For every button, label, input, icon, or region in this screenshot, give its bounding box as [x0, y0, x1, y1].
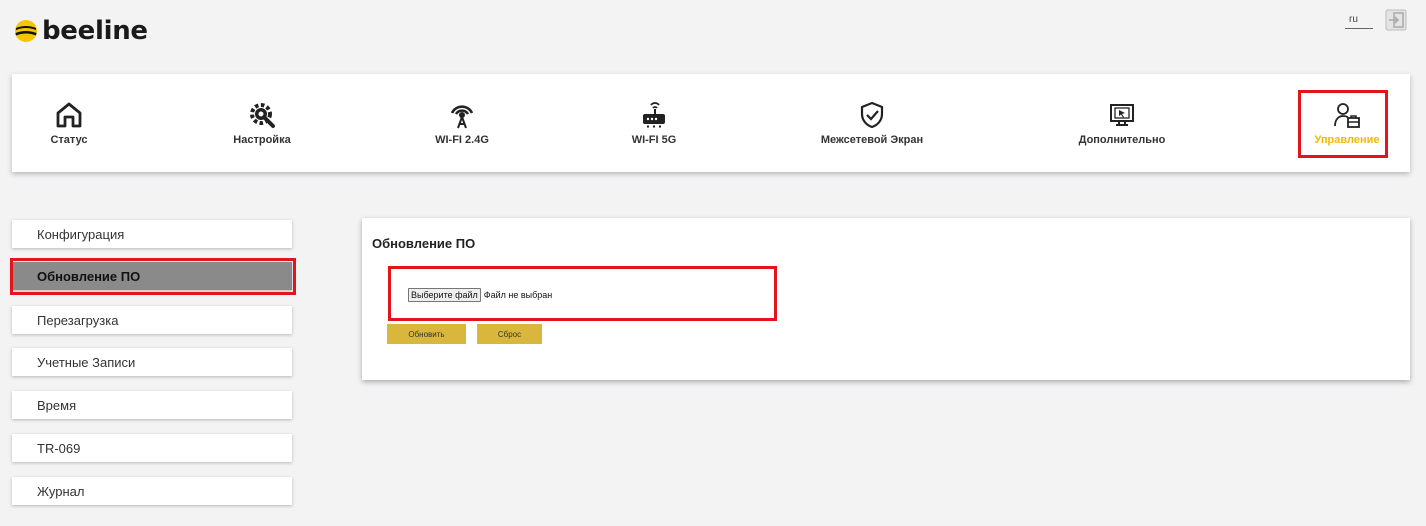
- nav-item-management[interactable]: Управление: [1302, 74, 1392, 172]
- page-title: Обновление ПО: [372, 236, 476, 251]
- sidebar-item-accounts[interactable]: Учетные Записи: [12, 348, 292, 376]
- nav-item-wifi-5g[interactable]: WI-FI 5G: [609, 74, 699, 172]
- sidebar-item-configuration[interactable]: Конфигурация: [12, 220, 292, 248]
- choose-file-button[interactable]: Выберите файл: [408, 288, 481, 302]
- nav-item-advanced[interactable]: Дополнительно: [1057, 74, 1187, 172]
- user-admin-icon: [1334, 103, 1360, 128]
- nav-label: Настройка: [233, 134, 291, 146]
- beeline-logo-icon: [15, 20, 37, 42]
- update-button[interactable]: Обновить: [387, 324, 466, 344]
- wifi-antenna-icon: [450, 105, 474, 129]
- gear-wrench-icon: [250, 103, 275, 128]
- monitor-cursor-icon: [1110, 104, 1134, 126]
- nav-label: Управление: [1314, 134, 1380, 146]
- language-select[interactable]: ru: [1345, 14, 1373, 29]
- nav-label: WI-FI 2.4G: [435, 134, 489, 146]
- router-icon: [643, 102, 665, 128]
- reset-button[interactable]: Сброс: [477, 324, 542, 344]
- nav-item-wifi-24[interactable]: WI-FI 2.4G: [417, 74, 507, 172]
- nav-label: Статус: [50, 134, 88, 146]
- brand-logo[interactable]: beeline: [14, 16, 148, 46]
- file-status: Файл не выбран: [483, 290, 553, 300]
- shield-check-icon: [860, 101, 884, 129]
- sidebar-item-firmware-update[interactable]: Обновление ПО: [12, 262, 292, 290]
- sidebar-item-reboot[interactable]: Перезагрузка: [12, 306, 292, 334]
- home-icon: [56, 102, 82, 128]
- nav-label: Межсетевой Экран: [820, 134, 924, 146]
- sidebar-item-log[interactable]: Журнал: [12, 477, 292, 505]
- file-input: Выберите файл Файл не выбран: [408, 288, 552, 302]
- main-nav: Статус Настройка WI-FI 2.4G WI-FI 5G Меж…: [12, 74, 1410, 172]
- nav-item-status[interactable]: Статус: [24, 74, 114, 172]
- logout-icon[interactable]: [1385, 9, 1407, 31]
- sidebar-item-tr069[interactable]: TR-069: [12, 434, 292, 462]
- nav-item-settings[interactable]: Настройка: [212, 74, 312, 172]
- nav-item-firewall[interactable]: Межсетевой Экран: [802, 74, 942, 172]
- nav-label: Дополнительно: [1078, 134, 1166, 146]
- brand-name: beeline: [42, 16, 148, 46]
- sidebar-item-time[interactable]: Время: [12, 391, 292, 419]
- nav-label: WI-FI 5G: [631, 134, 677, 146]
- firmware-update-panel: Обновление ПО Выберите файл Файл не выбр…: [362, 218, 1410, 380]
